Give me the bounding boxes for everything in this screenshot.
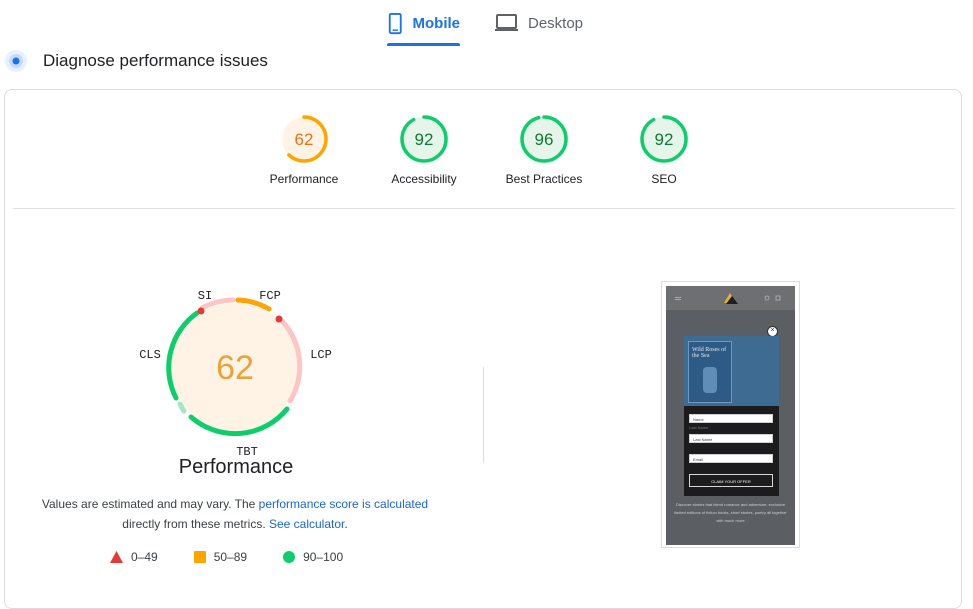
legend-pass-label: 90–100: [303, 550, 344, 564]
email-field[interactable]: Email: [689, 454, 773, 463]
performance-title: Performance: [178, 456, 294, 478]
book-cover: Wild Roses of the Sea: [688, 341, 732, 403]
triangle-icon: [110, 551, 123, 563]
performance-lab-icon: [5, 50, 27, 72]
score-ring: 92: [640, 115, 688, 163]
performance-big-score: 62: [216, 349, 254, 387]
score-value: 62: [295, 130, 314, 149]
screenshot-header: [666, 286, 795, 310]
metric-fcp-label: FCP: [259, 289, 281, 303]
signup-modal: Wild Roses of the Sea Name Last Name Las…: [684, 336, 779, 496]
score-ring: 62: [280, 115, 328, 163]
screenshot-page: × Wild Roses of the Sea Name Last Name L…: [666, 286, 795, 545]
last-name-field[interactable]: Last Name: [689, 434, 773, 443]
score-value: 92: [655, 130, 674, 149]
score-label: Best Practices: [505, 172, 583, 186]
legend-average-label: 50–89: [213, 550, 248, 564]
circle-icon: [283, 551, 296, 563]
score-label: Accessibility: [391, 172, 457, 186]
see-calculator-link[interactable]: See calculator: [269, 517, 344, 531]
screenshot-body-text: Discover stories that blend romance and …: [674, 502, 787, 523]
book-title: Wild Roses of the Sea: [692, 347, 727, 359]
metric-lcp-label: LCP: [310, 348, 332, 362]
note-middle: directly from these metrics.: [122, 517, 269, 531]
metric-si-label: SI: [198, 289, 212, 303]
legend-average: 50–89: [193, 550, 248, 564]
section-title: Diagnose performance issues: [43, 51, 268, 70]
lcp-dot: [275, 315, 283, 323]
cls-light-segment: [177, 401, 187, 414]
score-label: SEO: [651, 172, 677, 186]
score-calculated-link[interactable]: performance score is calculated: [259, 497, 428, 511]
note-suffix: .: [344, 517, 348, 531]
score-value: 92: [415, 130, 434, 149]
tab-mobile[interactable]: Mobile: [387, 12, 460, 48]
final-screenshot[interactable]: × Wild Roses of the Sea Name Last Name L…: [661, 281, 800, 548]
monitor-icon: [495, 14, 518, 31]
note-prefix: Values are estimated and may vary. The: [41, 497, 259, 511]
legend-fail: 0–49: [110, 550, 158, 564]
tab-mobile-label: Mobile: [412, 15, 461, 32]
score-ring: 96: [520, 115, 568, 163]
tab-desktop[interactable]: Desktop: [495, 12, 583, 48]
modal-book-image: Wild Roses of the Sea: [684, 336, 779, 406]
score-gauge-best-practices[interactable]: 96 Best Practices: [489, 114, 599, 186]
metric-cls-label: CLS: [139, 348, 161, 362]
score-value: 96: [535, 130, 554, 149]
diagnose-header: Diagnose performance issues: [4, 47, 268, 75]
performance-gauge: 62 SI FCP LCP TBT CLS: [139, 289, 332, 459]
score-gauge-accessibility[interactable]: 92 Accessibility: [369, 114, 479, 186]
device-tabs: Mobile Desktop: [0, 0, 973, 48]
legend-pass: 90–100: [283, 550, 343, 564]
phone-icon: [388, 12, 402, 35]
score-label: Performance: [269, 172, 339, 186]
si-dot: [197, 307, 205, 315]
square-icon: [193, 551, 206, 563]
score-gauge-performance[interactable]: 62 Performance: [249, 114, 359, 186]
vertical-divider: [483, 367, 484, 463]
score-ring: 92: [400, 115, 448, 163]
score-legend: 0–49 50–89 90–100: [110, 550, 379, 564]
book-illustration: [703, 367, 717, 393]
legend-fail-label: 0–49: [131, 550, 158, 564]
score-note: Values are estimated and may vary. The p…: [20, 494, 450, 534]
claim-offer-button[interactable]: CLAIM YOUR OFFER: [689, 474, 773, 487]
site-logo-icon: [675, 293, 781, 304]
name-hint: Last Name: [689, 425, 709, 430]
name-field[interactable]: Name: [689, 414, 773, 423]
tab-desktop-label: Desktop: [528, 15, 584, 32]
score-gauge-seo[interactable]: 92 SEO: [609, 114, 719, 186]
divider: [13, 208, 955, 209]
